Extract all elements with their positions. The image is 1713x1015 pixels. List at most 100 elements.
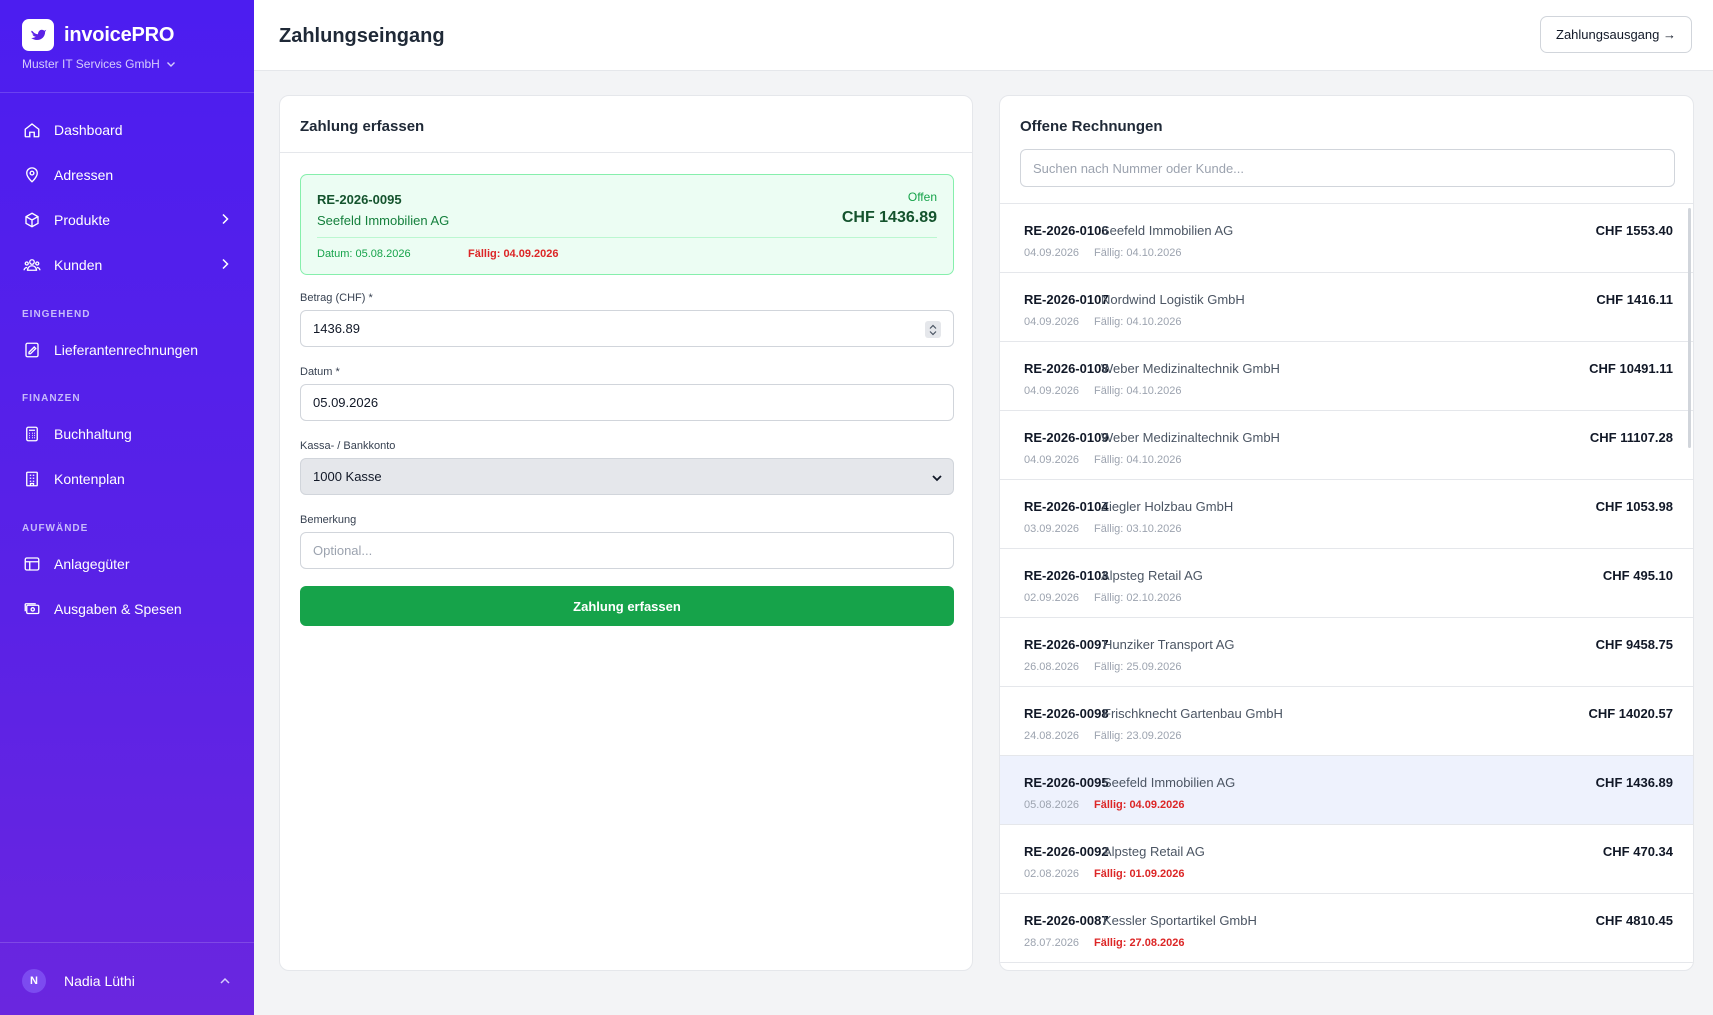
invoice-list: RE-2026-0106 Seefeld Immobilien AG CHF 155… bbox=[1000, 204, 1693, 963]
table-row[interactable]: RE-2026-0097 Hunziker Transport AG CHF 945… bbox=[1000, 618, 1693, 687]
account-value: 1000 Kasse bbox=[313, 469, 382, 484]
account-select[interactable]: 1000 Kasse bbox=[300, 458, 954, 495]
invoice-due: Fällig: 23.09.2026 bbox=[1094, 730, 1182, 742]
table-row[interactable]: RE-2026-0109 Weber Medizinaltechnik GmbH C… bbox=[1000, 411, 1693, 480]
chevron-down-icon bbox=[166, 62, 175, 67]
search-placeholder: Suchen nach Nummer oder Kunde... bbox=[1033, 160, 1245, 176]
box-icon bbox=[22, 210, 42, 230]
table-row[interactable]: RE-2026-0104 Ziegler Holzbau GmbH CHF 1053… bbox=[1000, 480, 1693, 549]
invoice-date: 28.07.2026 bbox=[1024, 937, 1080, 949]
date-label: Datum * bbox=[300, 366, 340, 378]
invoice-number: RE-2026-0107 bbox=[1024, 292, 1109, 307]
brand[interactable]: invoicePRO bbox=[22, 19, 174, 51]
invoice-amount: CHF 1416.11 bbox=[1596, 292, 1673, 307]
selected-invoice-customer: Seefeld Immobilien AG bbox=[317, 213, 450, 228]
invoice-amount: CHF 9458.75 bbox=[1595, 637, 1673, 652]
invoice-amount: CHF 1053.98 bbox=[1595, 499, 1673, 514]
chevron-up-icon bbox=[220, 977, 230, 984]
invoice-number: RE-2026-0098 bbox=[1024, 706, 1109, 721]
sidebar-item-label: Produkte bbox=[54, 212, 111, 228]
invoice-customer: Nordwind Logistik GmbH bbox=[1101, 292, 1245, 307]
page-header: Zahlungseingang Zahlungsausgang → bbox=[254, 0, 1713, 71]
sidebar-item-label: Kontenplan bbox=[54, 471, 125, 487]
selected-invoice-due: Fällig: 04.09.2026 bbox=[468, 248, 559, 260]
card-title: Offene Rechnungen bbox=[1020, 118, 1163, 135]
invoice-customer: Weber Medizinaltechnik GmbH bbox=[1101, 361, 1280, 376]
sidebar-item-ausgaben-spesen[interactable]: Ausgaben & Spesen bbox=[22, 591, 232, 627]
sidebar-item-buchhaltung[interactable]: Buchhaltung bbox=[22, 416, 232, 452]
invoice-amount: CHF 10491.11 bbox=[1589, 361, 1673, 376]
invoice-due: Fällig: 03.10.2026 bbox=[1094, 523, 1182, 535]
calculator-icon bbox=[22, 424, 42, 444]
chevron-down-icon bbox=[932, 475, 942, 482]
sidebar-item-label: Ausgaben & Spesen bbox=[54, 601, 182, 617]
selected-invoice: RE-2026-0095 Seefeld Immobilien AG Offen… bbox=[300, 174, 954, 275]
invoice-due: Fällig: 04.10.2026 bbox=[1094, 247, 1182, 259]
table-row[interactable]: RE-2026-0103 Alpsteg Retail AG CHF 495.10 0… bbox=[1000, 549, 1693, 618]
table-row[interactable]: RE-2026-0107 Nordwind Logistik GmbH CHF 14… bbox=[1000, 273, 1693, 342]
note-input[interactable]: Optional... bbox=[300, 532, 954, 569]
amount-label: Betrag (CHF) * bbox=[300, 292, 373, 304]
user-name: Nadia Lüthi bbox=[64, 973, 135, 989]
selected-invoice-amount: CHF 1436.89 bbox=[841, 209, 937, 226]
sidebar-item-label: Buchhaltung bbox=[54, 426, 132, 442]
table-row[interactable]: RE-2026-0098 Frischknecht Gartenbau GmbH C… bbox=[1000, 687, 1693, 756]
number-stepper-icon[interactable] bbox=[925, 321, 941, 338]
invoice-date: 05.08.2026 bbox=[1024, 799, 1080, 811]
amount-value: 1436.89 bbox=[313, 321, 360, 336]
invoice-number: RE-2026-0104 bbox=[1024, 499, 1109, 514]
invoice-due: Fällig: 01.09.2026 bbox=[1094, 868, 1185, 880]
user-menu[interactable]: N Nadia Lüthi bbox=[22, 967, 232, 995]
invoice-number: RE-2026-0095 bbox=[1024, 775, 1109, 790]
sidebar: invoicePRO Muster IT Services GmbH Dashb… bbox=[0, 0, 254, 1015]
company-switcher[interactable]: Muster IT Services GmbH bbox=[22, 57, 176, 71]
sidebar-item-dashboard[interactable]: Dashboard bbox=[22, 112, 232, 148]
date-value: 05.09.2026 bbox=[313, 395, 379, 410]
section-label-eingehend: EINGEHEND bbox=[22, 309, 91, 320]
chevron-right-icon bbox=[222, 258, 229, 270]
scrollbar[interactable] bbox=[1688, 208, 1691, 448]
invoice-customer: Weber Medizinaltechnik GmbH bbox=[1101, 430, 1280, 445]
sidebar-item-produkte[interactable]: Produkte bbox=[22, 202, 232, 238]
map-pin-icon bbox=[22, 165, 42, 185]
table-row[interactable]: RE-2026-0095 Seefeld Immobilien AG CHF 143… bbox=[1000, 756, 1693, 825]
invoice-number: RE-2026-0087 bbox=[1024, 913, 1109, 928]
invoice-due: Fällig: 04.09.2026 bbox=[1094, 799, 1185, 811]
invoice-customer: Ziegler Holzbau GmbH bbox=[1101, 499, 1234, 514]
invoice-customer: Seefeld Immobilien AG bbox=[1103, 775, 1236, 790]
invoice-due: Fällig: 02.10.2026 bbox=[1094, 592, 1182, 604]
invoice-date: 04.09.2026 bbox=[1024, 316, 1080, 328]
invoice-due: Fällig: 27.08.2026 bbox=[1094, 937, 1185, 949]
status-badge: Offen bbox=[907, 190, 937, 204]
table-row[interactable]: RE-2026-0106 Seefeld Immobilien AG CHF 155… bbox=[1000, 204, 1693, 273]
table-row[interactable]: RE-2026-0108 Weber Medizinaltechnik GmbH C… bbox=[1000, 342, 1693, 411]
invoice-number: RE-2026-0106 bbox=[1024, 223, 1109, 238]
date-input[interactable]: 05.09.2026 bbox=[300, 384, 954, 421]
avatar: N bbox=[22, 969, 46, 993]
table-row[interactable]: RE-2026-0087 Kessler Sportartikel GmbH CHF… bbox=[1000, 894, 1693, 963]
invoice-amount: CHF 4810.45 bbox=[1595, 913, 1673, 928]
invoice-date: 04.09.2026 bbox=[1024, 247, 1080, 259]
amount-input[interactable]: 1436.89 bbox=[300, 310, 954, 347]
submit-payment-button[interactable]: Zahlung erfassen bbox=[300, 586, 954, 626]
sidebar-item-label: Dashboard bbox=[54, 122, 123, 138]
sidebar-item-adressen[interactable]: Adressen bbox=[22, 157, 232, 193]
invoice-due: Fällig: 04.10.2026 bbox=[1094, 316, 1182, 328]
invoice-number: RE-2026-0097 bbox=[1024, 637, 1109, 652]
invoice-customer: Seefeld Immobilien AG bbox=[1101, 223, 1234, 238]
sidebar-item-kunden[interactable]: Kunden bbox=[22, 247, 232, 283]
search-input[interactable]: Suchen nach Nummer oder Kunde... bbox=[1020, 149, 1675, 187]
sidebar-item-anlagegueter[interactable]: Anlagegüter bbox=[22, 546, 232, 582]
sidebar-item-lieferantenrechnungen[interactable]: Lieferantenrechnungen bbox=[22, 332, 232, 368]
invoice-date: 04.09.2026 bbox=[1024, 385, 1080, 397]
cash-icon bbox=[22, 599, 42, 619]
sidebar-item-kontenplan[interactable]: Kontenplan bbox=[22, 461, 232, 497]
section-label-aufwaende: AUFWÄNDE bbox=[22, 523, 89, 534]
table-row[interactable]: RE-2026-0092 Alpsteg Retail AG CHF 470.34 0… bbox=[1000, 825, 1693, 894]
section-label-finanzen: FINANZEN bbox=[22, 393, 81, 404]
sidebar-item-label: Adressen bbox=[54, 167, 114, 183]
invoice-number: RE-2026-0092 bbox=[1024, 844, 1109, 859]
divider bbox=[317, 237, 937, 238]
invoice-customer: Alpsteg Retail AG bbox=[1101, 568, 1203, 583]
zahlungsausgang-button[interactable]: Zahlungsausgang → bbox=[1540, 16, 1692, 53]
